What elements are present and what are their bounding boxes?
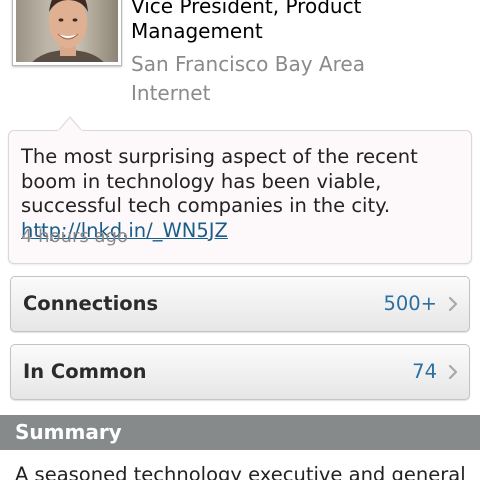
industry: Internet [131,81,211,105]
bubble-pointer-icon [58,116,82,131]
in-common-label: In Common [23,360,147,383]
job-title: Vice President, Product Management [131,0,362,43]
status-update: The most surprising aspect of the recent… [8,130,472,264]
avatar[interactable] [12,0,122,66]
profile-photo [16,0,118,62]
connections-label: Connections [23,292,159,315]
profile-header: Vice President, Product Management San F… [0,0,480,110]
status-message: The most surprising aspect of the recent… [21,145,418,217]
in-common-count: 74 [412,360,437,383]
in-common-button[interactable]: In Common 74 [10,344,470,400]
chevron-right-icon [448,296,458,312]
location: San Francisco Bay Area [131,52,365,76]
connections-count: 500+ [383,292,437,315]
section-title: Summary [15,420,122,444]
summary-section-header: Summary [0,415,480,450]
connections-button[interactable]: Connections 500+ [10,276,470,332]
status-timestamp: 4 hours ago [21,226,128,247]
chevron-right-icon [448,364,458,380]
summary-text: A seasoned technology executive and gene… [15,463,466,480]
